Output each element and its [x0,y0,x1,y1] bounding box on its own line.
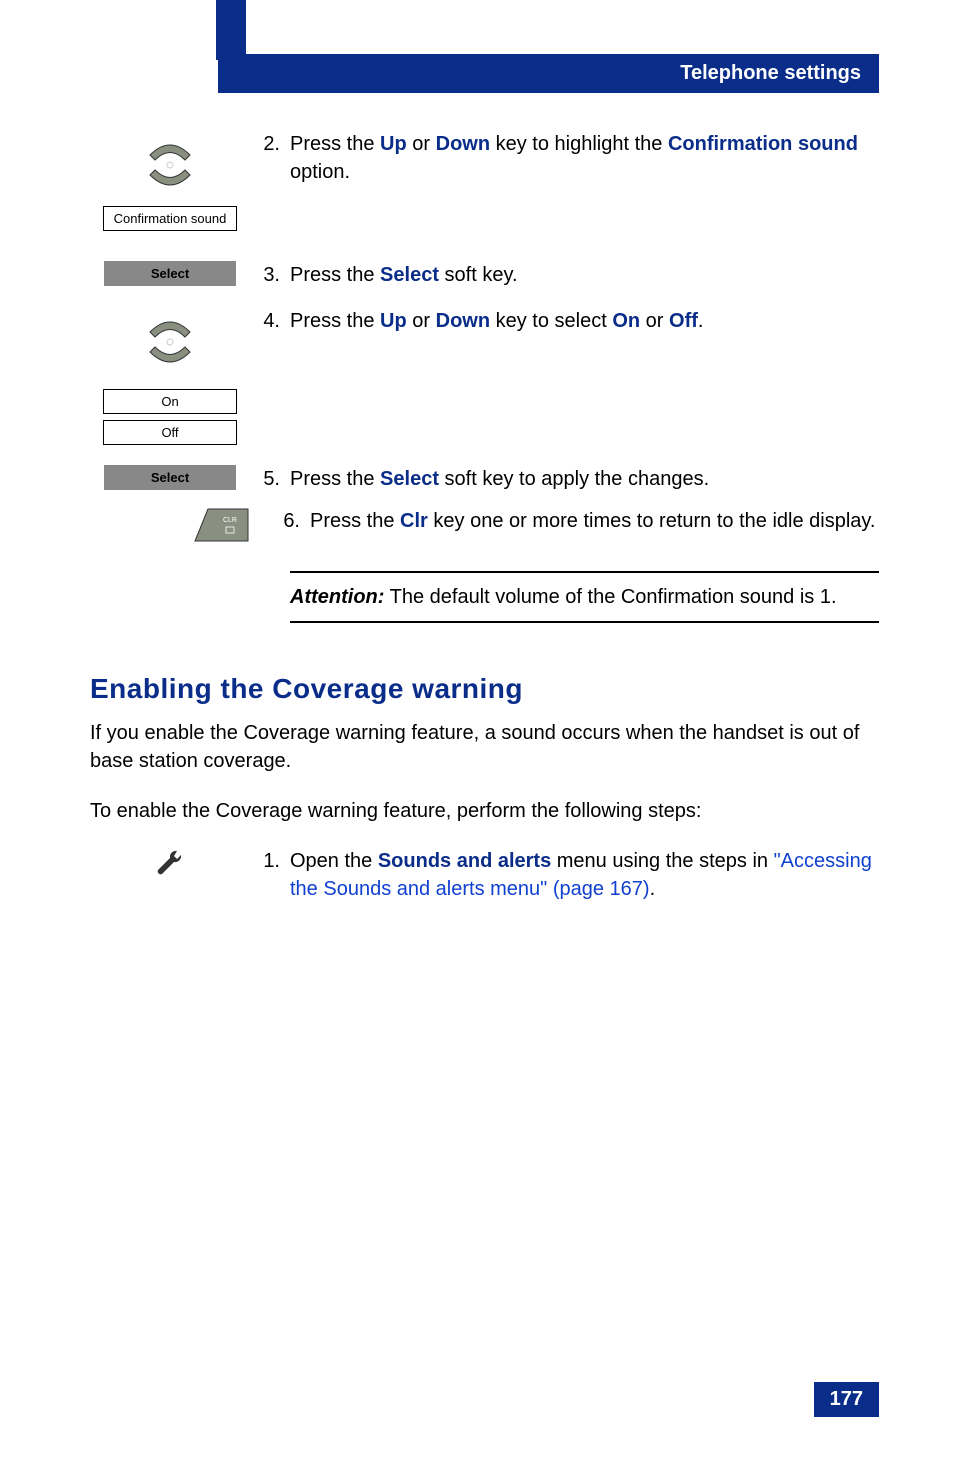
updown-nav-icon [140,307,200,377]
step-text: Press the Clr key one or more times to r… [310,507,879,535]
text-span: soft key to apply the changes. [439,468,709,490]
step-number: 1. [250,847,290,875]
text-span: . [650,878,656,900]
text-span: Press the [290,264,380,286]
step-row-6: CLR 6. Press the Clr key one or more tim… [90,507,879,543]
confirmation-sound-label: Confirmation sound [103,206,237,231]
step-row-4: On Off 4. Press the Up or Down key to se… [90,307,879,445]
text-span: Sounds and alerts [378,850,551,872]
text-span: or [640,310,669,332]
step-text: Press the Select soft key. [290,261,879,289]
content-area: Confirmation sound 2. Press the Up or Do… [90,120,879,915]
step-number: 5. [250,465,290,493]
text-span: Select [380,264,439,286]
text-span: Clr [400,510,428,532]
step-number: 6. [270,507,310,535]
text-span: Confirmation sound [668,133,858,155]
text-span: Off [669,310,698,332]
text-span: key to select [490,310,612,332]
section-para-1: If you enable the Coverage warning featu… [90,719,879,775]
step-text: Press the Select soft key to apply the c… [290,465,879,493]
text-span: Press the [290,468,380,490]
step-number: 2. [250,130,290,158]
text-span: Press the [290,133,380,155]
text-span: Open the [290,850,378,872]
clr-key-icon: CLR [190,507,250,543]
attention-text: The default volume of the Confirmation s… [384,586,836,608]
attention-note: Attention: The default volume of the Con… [290,571,879,623]
off-option-label: Off [103,420,237,445]
text-span: Down [436,310,490,332]
select-softkey: Select [104,465,236,490]
svg-text:CLR: CLR [223,517,237,524]
lower-step-row-1: 1. Open the Sounds and alerts menu using… [90,847,879,903]
attention-label: Attention: [290,586,384,608]
text-span: . [698,310,704,332]
wrench-icon [153,847,187,881]
text-span: Up [380,133,407,155]
step-number: 3. [250,261,290,289]
step-row-5: Select 5. Press the Select soft key to a… [90,465,879,493]
text-span: Press the [290,310,380,332]
text-span: soft key. [439,264,518,286]
text-span: option. [290,161,350,183]
on-option-label: On [103,389,237,414]
step-row-2: Confirmation sound 2. Press the Up or Do… [90,130,879,231]
step-number: 4. [250,307,290,335]
page-header: Telephone settings [218,54,879,93]
updown-nav-icon [140,130,200,200]
text-span: or [407,310,436,332]
text-span: On [612,310,640,332]
step-text: Open the Sounds and alerts menu using th… [290,847,879,903]
text-span: key to highlight the [490,133,668,155]
section-para-2: To enable the Coverage warning feature, … [90,797,879,825]
text-span: key one or more times to return to the i… [428,510,876,532]
text-span: Select [380,468,439,490]
text-span: menu using the steps in [551,850,773,872]
step-text: Press the Up or Down key to select On or… [290,307,879,335]
step-text: Press the Up or Down key to highlight th… [290,130,879,186]
step-row-3: Select 3. Press the Select soft key. [90,261,879,289]
attention-row: Attention: The default volume of the Con… [90,555,879,623]
text-span: or [407,133,436,155]
section-heading-coverage-warning: Enabling the Coverage warning [90,673,879,705]
text-span: Press the [310,510,400,532]
left-accent-bar [216,0,246,60]
text-span: Up [380,310,407,332]
text-span: Down [436,133,490,155]
select-softkey: Select [104,261,236,286]
page-number: 177 [814,1382,879,1417]
